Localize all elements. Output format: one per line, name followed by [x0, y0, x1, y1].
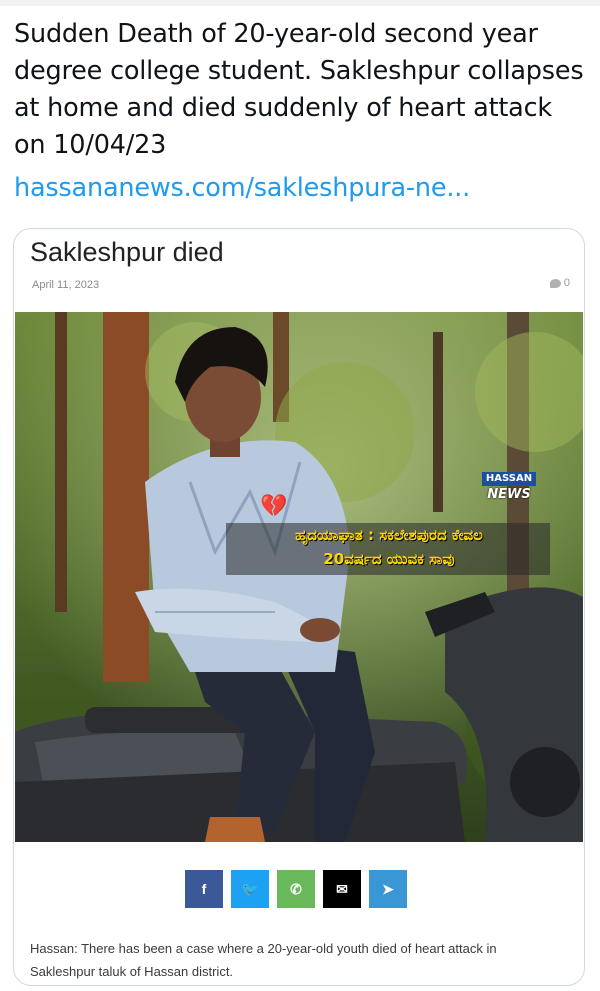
article-photo-svg [15, 312, 583, 842]
post-link[interactable]: hassananews.com/sakleshpura-ne... [14, 170, 470, 207]
share-buttons: f 🐦 ✆ ✉ ➤ [185, 870, 407, 908]
hassan-news-logo: HASSAN NEWS [482, 472, 536, 501]
logo-line1: HASSAN [482, 472, 536, 486]
top-divider [0, 0, 600, 6]
card-title: Sakleshpur died [30, 237, 224, 267]
link-preview-card[interactable]: Sakleshpur died April 11, 2023 0 HASSAN … [13, 228, 585, 986]
facebook-share-button[interactable]: f [185, 870, 223, 908]
facebook-icon: f [201, 881, 207, 897]
twitter-icon: 🐦 [241, 880, 259, 897]
card-date: April 11, 2023 [32, 279, 100, 291]
image-headline-line2: 20ವರ್ಷದ ಯುವಕ ಸಾವು [323, 550, 455, 568]
post-text: Sudden Death of 20-year-old second year … [14, 19, 584, 160]
card-excerpt: Hassan: There has been a case where a 20… [30, 941, 497, 979]
email-share-button[interactable]: ✉ [323, 870, 361, 908]
comment-count-value: 0 [563, 277, 570, 289]
broken-heart-icon: 💔 [260, 493, 288, 518]
logo-line2: NEWS [487, 487, 531, 502]
whatsapp-share-button[interactable]: ✆ [277, 870, 315, 908]
card-title-overflow [254, 229, 314, 231]
twitter-share-button[interactable]: 🐦 [231, 870, 269, 908]
whatsapp-icon: ✆ [290, 880, 302, 897]
comment-count[interactable]: 0 [549, 277, 570, 289]
comment-icon [549, 278, 561, 288]
telegram-share-button[interactable]: ➤ [369, 870, 407, 908]
article-photo[interactable]: HASSAN NEWS 💔 ಹೃದಯಾಘಾತ : ಸಕಲೇಶಪುರದ ಕೇವಲ … [15, 312, 583, 842]
image-headline-line1: ಹೃದಯಾಘಾತ : ಸಕಲೇಶಪುರದ ಕೇವಲ [295, 526, 483, 544]
telegram-icon: ➤ [382, 880, 394, 897]
email-icon: ✉ [336, 880, 348, 897]
